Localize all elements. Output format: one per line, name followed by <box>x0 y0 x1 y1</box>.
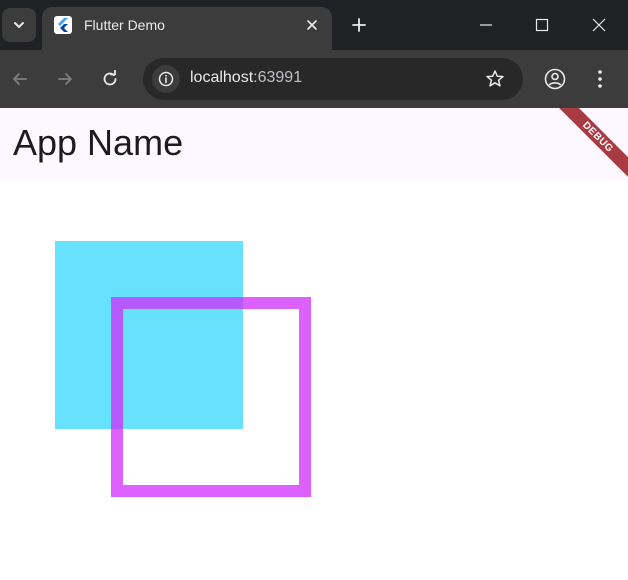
app-title: App Name <box>13 122 184 163</box>
back-button[interactable] <box>6 65 34 93</box>
plus-icon <box>352 18 366 32</box>
tab-strip: Flutter Demo <box>0 0 628 50</box>
tab-search-button[interactable] <box>2 8 36 42</box>
browser-toolbar: localhost:63991 <box>0 50 628 108</box>
star-icon <box>486 70 504 87</box>
info-icon <box>158 71 174 87</box>
browser-tab[interactable]: Flutter Demo <box>42 7 332 50</box>
url-host: localhost <box>190 69 254 86</box>
url-text: localhost:63991 <box>190 69 302 87</box>
close-tab-button[interactable] <box>302 15 322 35</box>
arrow-left-icon <box>13 73 27 85</box>
close-window-button[interactable] <box>571 0 627 50</box>
address-bar[interactable]: localhost:63991 <box>143 58 523 100</box>
reload-icon <box>103 70 117 86</box>
account-circle-icon <box>544 68 566 90</box>
maximize-icon <box>535 18 549 32</box>
maximize-button[interactable] <box>514 0 570 50</box>
browser-menu-button[interactable] <box>586 65 614 93</box>
tab-title: Flutter Demo <box>84 17 165 33</box>
forward-button[interactable] <box>51 65 79 93</box>
close-icon <box>307 20 317 30</box>
url-port: :63991 <box>253 69 303 86</box>
minimize-button[interactable] <box>458 0 514 50</box>
app-bar: App Name <box>0 108 628 180</box>
bookmark-button[interactable] <box>483 67 507 91</box>
canvas-area <box>0 180 628 580</box>
close-icon <box>592 18 606 32</box>
chevron-down-icon <box>14 22 24 29</box>
more-vertical-icon <box>598 70 602 88</box>
minimize-icon <box>480 24 492 26</box>
flutter-logo-icon <box>54 16 72 34</box>
new-tab-button[interactable] <box>347 13 371 37</box>
site-info-button[interactable] <box>152 65 180 93</box>
reload-button[interactable] <box>96 65 124 93</box>
profile-button[interactable] <box>541 65 569 93</box>
outlined-square <box>111 297 311 497</box>
arrow-right-icon <box>58 73 72 85</box>
